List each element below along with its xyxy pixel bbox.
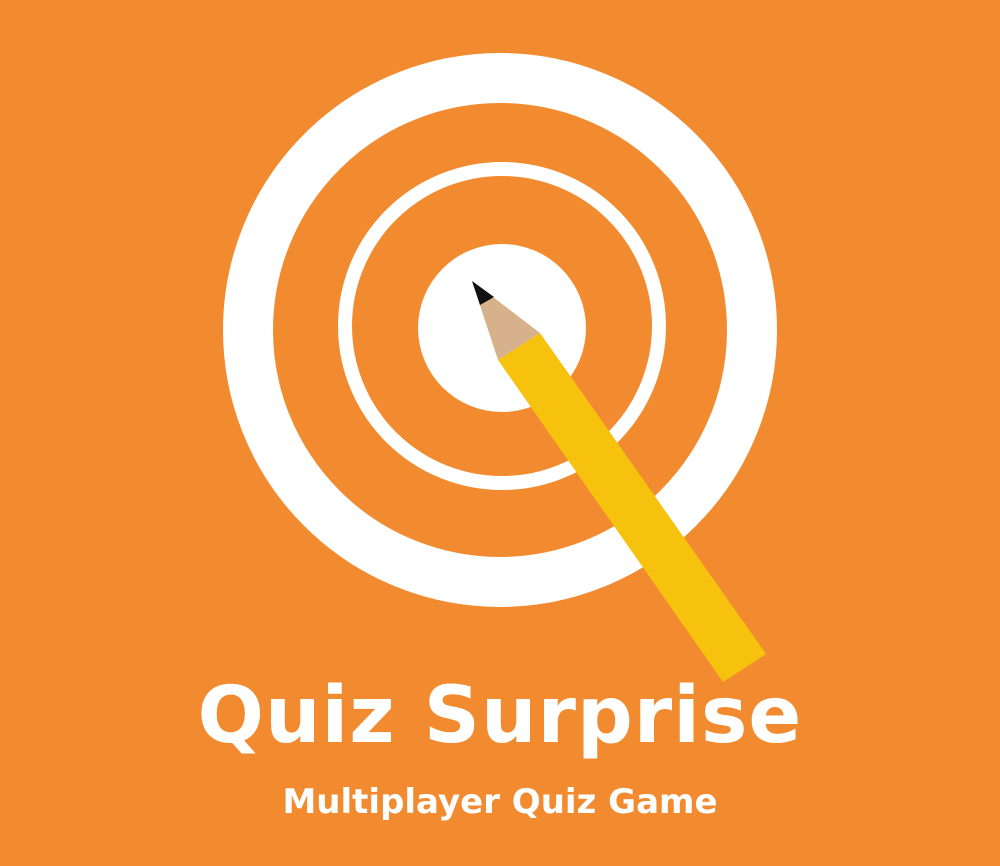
app-title: Quiz Surprise: [197, 671, 803, 761]
app-subtitle: Multiplayer Quiz Game: [282, 782, 718, 822]
